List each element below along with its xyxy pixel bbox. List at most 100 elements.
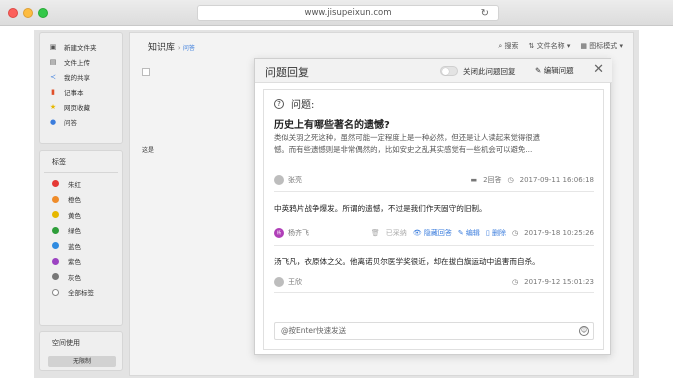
comment-icon: ▬	[470, 176, 478, 184]
sort-button[interactable]: ⇅ 文件名称 ▾	[529, 41, 571, 51]
reply-input[interactable]: @按Enter快速发送 ☺	[274, 322, 594, 340]
grid-icon: ▦	[580, 42, 588, 50]
divider	[274, 245, 594, 246]
breadcrumb: 知识库 › 问答	[148, 43, 195, 53]
delete-answer-button[interactable]: ▯ 删除	[486, 228, 506, 238]
tag-color-dot	[52, 257, 59, 265]
tag-green[interactable]: 绿色	[40, 223, 122, 239]
sidebar-item-qa[interactable]: ● 问答	[40, 114, 122, 129]
sidebar-item-label: 问答	[64, 118, 77, 127]
answer-meta: 杨 杨齐飞 🗑 已采纳 👁 隐藏回答 ✎ 编辑 ▯ 删除 ◷ 2017-9-18…	[274, 226, 594, 240]
tag-all[interactable]: 全部标签	[40, 285, 122, 301]
breadcrumb-current[interactable]: 问答	[183, 45, 195, 52]
tag-gray[interactable]: 灰色	[40, 269, 122, 285]
tag-blue[interactable]: 蓝色	[40, 238, 122, 254]
dialog-header: 问题回复 关闭此问题回复 ✎ 编辑问题 ✕	[255, 59, 612, 83]
close-window-button[interactable]	[8, 8, 18, 18]
answer-time: 2017-9-18 10:25:26	[524, 229, 594, 237]
reply-input-placeholder: @按Enter快速发送	[281, 326, 347, 335]
maximize-window-button[interactable]	[38, 8, 48, 18]
view-mode-button[interactable]: ▦ 图标模式 ▾	[580, 41, 623, 51]
tag-orange[interactable]: 橙色	[40, 192, 122, 208]
browser-window: www.jisupeixun.com ↻ ▣ 新建文件夹 ▤ 文件上传 ≺ 我的…	[0, 0, 673, 384]
answerer-name: 王欣	[288, 278, 302, 286]
tags-panel: 标签 朱红 橙色 黄色 绿色 蓝色 紫色 灰色 全部标签	[39, 150, 123, 326]
sidebar-item-label: 文件上传	[64, 58, 90, 67]
sidebar-item-label: 我的共享	[64, 73, 90, 82]
toggle-knob	[442, 68, 449, 75]
tags-title: 标签	[44, 155, 118, 173]
divider	[274, 292, 594, 293]
tag-red[interactable]: 朱红	[40, 176, 122, 192]
question-heading: ? 问题:	[274, 96, 314, 111]
browser-titlebar: www.jisupeixun.com ↻	[0, 0, 673, 26]
tag-color-dot	[52, 195, 59, 203]
close-reply-toggle[interactable]	[440, 66, 458, 76]
app-area: ▣ 新建文件夹 ▤ 文件上传 ≺ 我的共享 ▮ 记事本 ★ 网页收藏 ● 问答 …	[34, 30, 639, 378]
tag-color-dot	[52, 273, 59, 281]
answer-text: 中英鸦片战争爆发。所谓的遗憾，不过是我们作天固守的旧制。	[274, 204, 487, 213]
search-button[interactable]: ⌕ 搜索	[498, 41, 518, 51]
delete-answer-label: 删除	[492, 229, 506, 237]
tag-color-dot	[52, 226, 59, 234]
tag-label: 黄色	[68, 211, 81, 220]
question-card: ? 问题: 历史上有哪些著名的遗憾? 类似关羽之死这种，虽然可能一定程度上是一种…	[263, 89, 604, 350]
clock-icon: ◷	[512, 229, 519, 237]
tag-label: 绿色	[68, 227, 81, 236]
select-all-checkbox[interactable]	[142, 68, 150, 76]
radio-icon	[52, 288, 59, 296]
question-label: 问题:	[291, 100, 315, 111]
tag-label: 蓝色	[68, 242, 81, 251]
star-icon: ★	[49, 102, 57, 111]
sidebar-item-share[interactable]: ≺ 我的共享	[40, 69, 122, 84]
question-meta: 张亮 ▬ 2回答 ◷ 2017-09-11 16:06:18	[274, 173, 594, 187]
sidebar-item-label: 网页收藏	[64, 103, 90, 112]
tag-purple[interactable]: 紫色	[40, 254, 122, 270]
tag-color-dot	[52, 180, 59, 188]
address-bar[interactable]: www.jisupeixun.com ↻	[197, 5, 499, 21]
share-icon: ≺	[50, 72, 56, 81]
breadcrumb-root[interactable]: 知识库	[148, 43, 175, 53]
sidebar-item-notebook[interactable]: ▮ 记事本	[40, 84, 122, 99]
space-usage-title: 空间使用	[52, 339, 80, 347]
question-reply-dialog: 问题回复 关闭此问题回复 ✎ 编辑问题 ✕ ? 问题: 历史上有哪些著名的遗憾?	[254, 58, 612, 355]
clock-icon: ◷	[507, 176, 514, 184]
upload-icon: ▤	[49, 57, 57, 66]
search-icon: ⌕	[498, 42, 503, 50]
space-usage-panel: 空间使用 无限制	[39, 331, 123, 371]
sidebar-item-new-folder[interactable]: ▣ 新建文件夹	[40, 39, 122, 54]
tag-label: 橙色	[68, 196, 81, 205]
accepted-label: 已采纳	[385, 229, 407, 237]
avatar	[274, 175, 284, 185]
hide-answer-label: 隐藏回答	[423, 229, 452, 237]
question-body-line: 类似关羽之死这种，虽然可能一定程度上是一种必然，但还是让人读起来觉得很遗	[274, 133, 541, 142]
question-body: 类似关羽之死这种，虽然可能一定程度上是一种必然，但还是让人读起来觉得很遗 憾。而…	[274, 132, 594, 156]
edit-question-button[interactable]: ✎ 编辑问题	[535, 65, 574, 76]
background-text: 这是	[142, 147, 155, 154]
answer-time: 2017-9-12 15:01:23	[524, 278, 594, 286]
reload-icon[interactable]: ↻	[481, 7, 489, 20]
tag-label: 全部标签	[68, 289, 94, 298]
question-title: 历史上有哪些著名的遗憾?	[274, 120, 390, 131]
hide-answer-button[interactable]: 👁 隐藏回答	[413, 228, 452, 238]
answer-text: 汤飞凡，衣原体之父。他离诺贝尔医学奖很近，却在拔白旗运动中追害而自杀。	[274, 257, 540, 266]
sidebar-item-upload[interactable]: ▤ 文件上传	[40, 54, 122, 69]
sidebar-item-favorites[interactable]: ★ 网页收藏	[40, 99, 122, 114]
question-body-line: 憾。而有些遗憾则是非常偶然的，比如安史之乱其实感觉有一些机会可以避免...	[274, 145, 533, 154]
space-usage-bar: 无限制	[48, 356, 116, 367]
tag-yellow[interactable]: 黄色	[40, 207, 122, 223]
emoji-icon[interactable]: ☺	[579, 326, 589, 336]
edit-answer-button[interactable]: ✎ 编辑	[458, 228, 480, 238]
close-icon[interactable]: ✕	[593, 62, 604, 78]
answer-count: 2回答	[483, 176, 502, 184]
search-label: 搜索	[504, 42, 519, 50]
question-icon: ●	[49, 117, 57, 126]
dialog-title: 问题回复	[265, 66, 309, 79]
avatar: 杨	[274, 228, 284, 238]
tag-color-dot	[52, 211, 59, 219]
asked-time: 2017-09-11 16:06:18	[519, 176, 594, 184]
asker-name: 张亮	[288, 176, 302, 184]
minimize-window-button[interactable]	[23, 8, 33, 18]
answer-meta: 王欣 ◷ 2017-9-12 15:01:23	[274, 275, 594, 289]
avatar	[274, 277, 284, 287]
